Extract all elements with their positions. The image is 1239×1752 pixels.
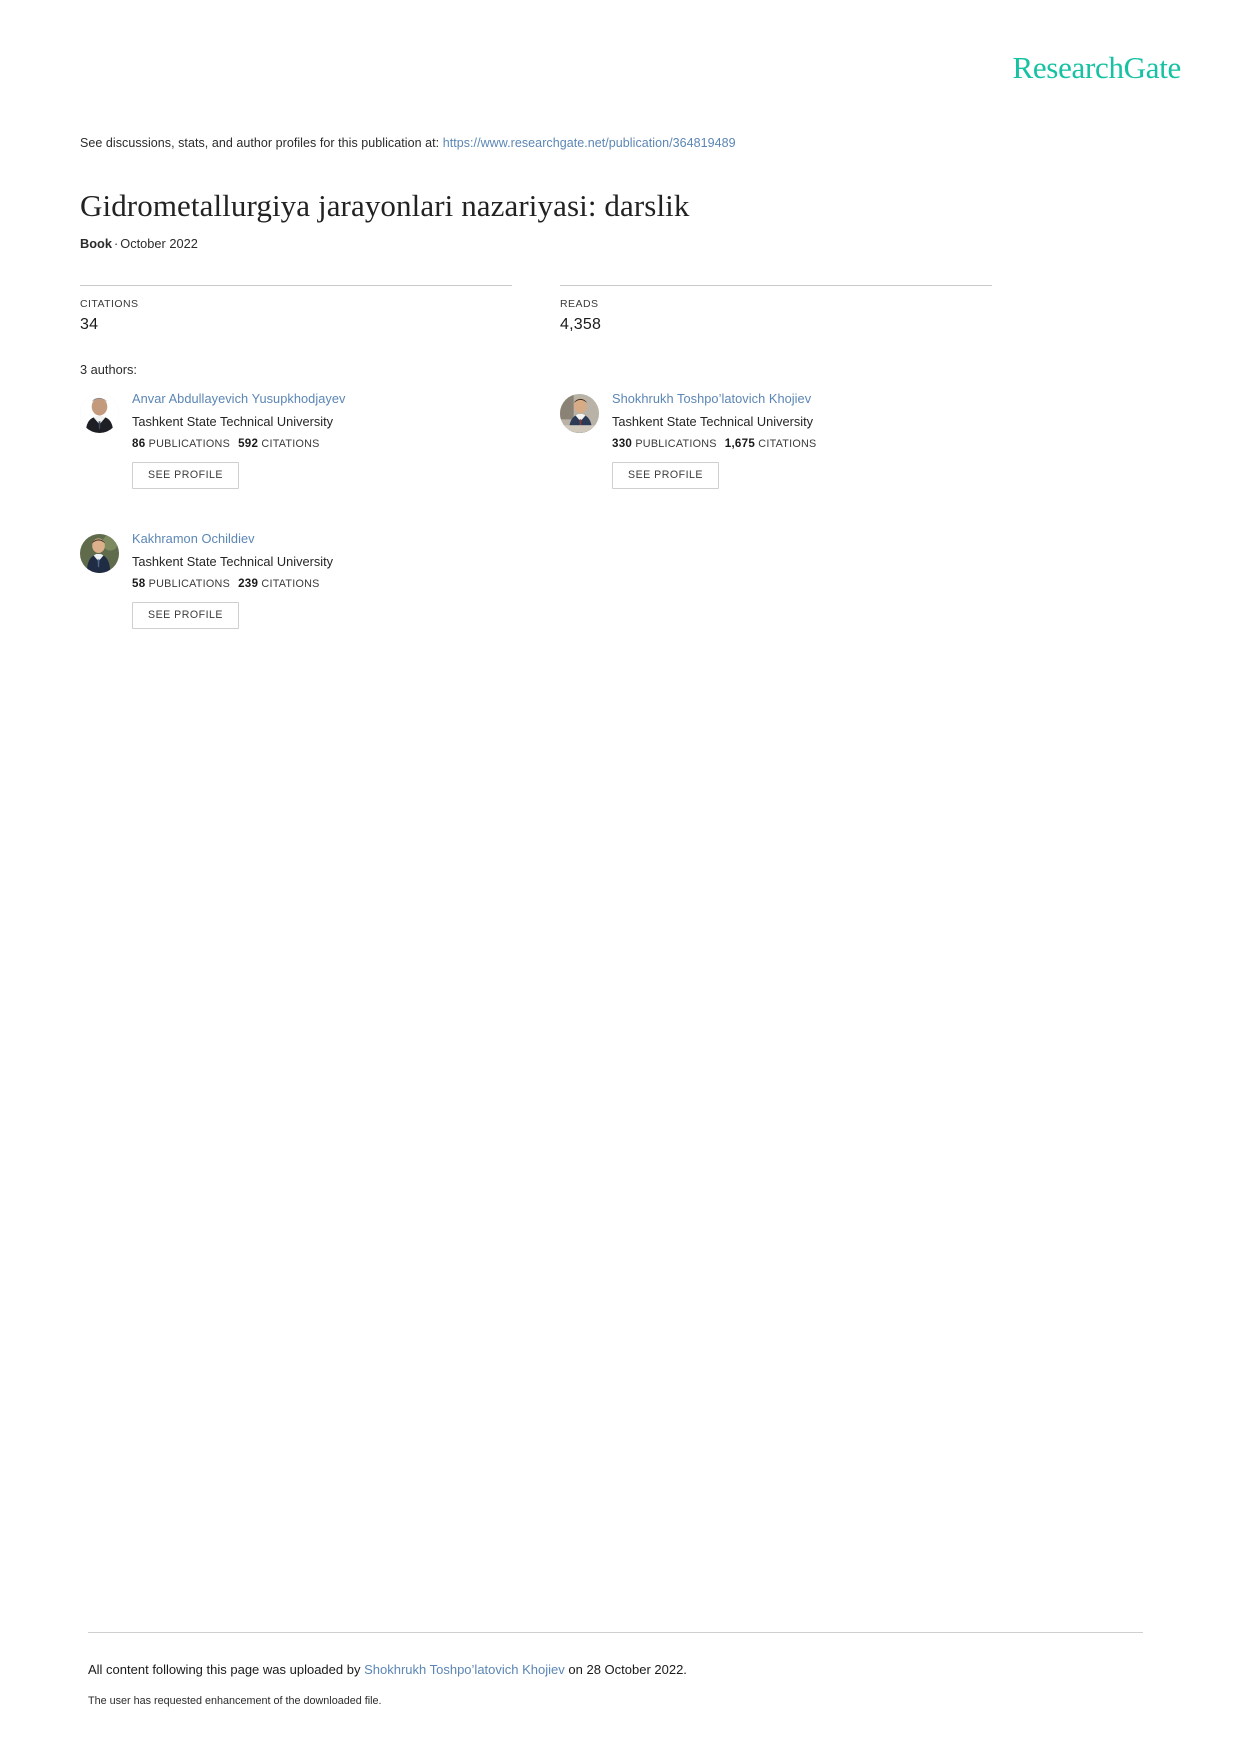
publications-label: PUBLICATIONS xyxy=(148,438,231,451)
publication-date: October 2022 xyxy=(120,236,198,251)
publication-meta: Book · October 2022 xyxy=(80,236,198,251)
footer-upload-line: All content following this page was uplo… xyxy=(88,1662,687,1677)
author-stats: 86 PUBLICATIONS 592 CITATIONS xyxy=(132,437,560,450)
see-profile-button[interactable]: SEE PROFILE xyxy=(132,462,239,489)
author-affiliation: Tashkent State Technical University xyxy=(132,413,334,429)
metrics-row: CITATIONS 34 READS 4,358 xyxy=(80,285,1080,334)
footer-upload-prefix: All content following this page was uplo… xyxy=(88,1662,361,1677)
author-citations-count: 239 xyxy=(238,577,259,591)
metric-citations: CITATIONS 34 xyxy=(80,285,512,334)
citations-label: CITATIONS xyxy=(261,578,320,591)
author-card: Anvar Abdullayevich Yusupkhodjayev Tashk… xyxy=(80,390,560,508)
author-info: Shokhrukh Toshpo’latovich Khojiev Tashke… xyxy=(612,390,1040,489)
footer-divider xyxy=(88,1632,1143,1633)
author-affiliation: Tashkent State Technical University xyxy=(132,553,334,569)
author-name-link[interactable]: Shokhrukh Toshpo’latovich Khojiev xyxy=(612,390,1040,409)
discussion-line: See discussions, stats, and author profi… xyxy=(80,136,736,150)
see-profile-button[interactable]: SEE PROFILE xyxy=(132,602,239,629)
avatar xyxy=(560,394,599,433)
publications-label: PUBLICATIONS xyxy=(148,578,231,591)
author-card: Kakhramon Ochildiev Tashkent State Techn… xyxy=(80,530,560,648)
researchgate-logo: ResearchGate xyxy=(1012,50,1181,85)
metric-label: CITATIONS xyxy=(80,298,139,310)
author-citations-count: 1,675 xyxy=(724,437,756,451)
citations-label: CITATIONS xyxy=(261,438,320,451)
publication-url-link[interactable]: https://www.researchgate.net/publication… xyxy=(443,136,736,150)
researchgate-title-page: ResearchGate See discussions, stats, and… xyxy=(0,0,1239,1752)
metric-divider xyxy=(80,285,512,286)
author-publications-count: 330 xyxy=(612,437,633,451)
author-affiliation: Tashkent State Technical University xyxy=(612,413,814,429)
avatar xyxy=(80,394,119,433)
author-name-link[interactable]: Kakhramon Ochildiev xyxy=(132,530,560,549)
author-info: Anvar Abdullayevich Yusupkhodjayev Tashk… xyxy=(132,390,560,489)
authors-grid: Anvar Abdullayevich Yusupkhodjayev Tashk… xyxy=(80,390,1080,670)
author-citations-count: 592 xyxy=(238,437,259,451)
author-name-link[interactable]: Anvar Abdullayevich Yusupkhodjayev xyxy=(132,390,560,409)
publication-type: Book xyxy=(80,236,112,251)
authors-heading: 3 authors: xyxy=(80,362,137,377)
avatar xyxy=(80,534,119,573)
footer-uploader-link[interactable]: Shokhrukh Toshpo’latovich Khojiev xyxy=(364,1662,565,1677)
footer-upload-suffix: on 28 October 2022. xyxy=(568,1662,687,1677)
see-profile-button[interactable]: SEE PROFILE xyxy=(612,462,719,489)
author-stats: 330 PUBLICATIONS 1,675 CITATIONS xyxy=(612,437,1040,450)
author-card: Shokhrukh Toshpo’latovich Khojiev Tashke… xyxy=(560,390,1040,508)
page-title: Gidrometallurgiya jarayonlari nazariyasi… xyxy=(80,187,690,223)
author-publications-count: 58 xyxy=(132,577,146,591)
footer-enhancement-note: The user has requested enhancement of th… xyxy=(88,1695,382,1707)
citations-label: CITATIONS xyxy=(758,438,817,451)
metric-divider xyxy=(560,285,992,286)
author-info: Kakhramon Ochildiev Tashkent State Techn… xyxy=(132,530,560,629)
metric-reads: READS 4,358 xyxy=(560,285,992,334)
author-stats: 58 PUBLICATIONS 239 CITATIONS xyxy=(132,577,560,590)
discussion-prefix-text: See discussions, stats, and author profi… xyxy=(80,136,440,150)
author-publications-count: 86 xyxy=(132,437,146,451)
metric-value: 4,358 xyxy=(560,316,602,333)
publications-label: PUBLICATIONS xyxy=(635,438,717,451)
metric-label: READS xyxy=(560,298,599,310)
meta-separator: · xyxy=(114,236,119,251)
metric-value: 34 xyxy=(80,316,99,333)
